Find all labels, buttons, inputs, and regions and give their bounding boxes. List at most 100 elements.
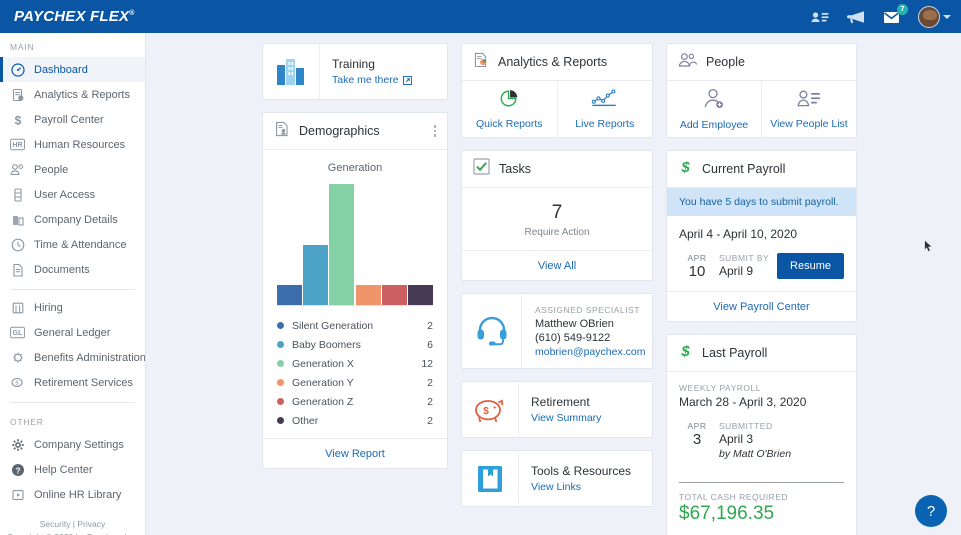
mail-icon[interactable]: 7 [882,9,902,25]
megaphone-icon[interactable] [846,9,866,25]
legend-color-dot [277,379,284,386]
sidebar-item-online-hr-library[interactable]: Online HR Library [0,482,145,507]
add-user-icon [702,88,726,115]
footer-links[interactable]: Security | Privacy [0,519,145,529]
live-reports-label: Live Reports [575,118,634,130]
sidebar-item-retirement-services[interactable]: $ Retirement Services [0,370,145,395]
sidebar-item-dashboard[interactable]: Dashboard [0,57,145,82]
sidebar-item-help-center[interactable]: ? Help Center [0,457,145,482]
sidebar-item-general-ledger[interactable]: GL General Ledger [0,320,145,345]
legend-row[interactable]: Silent Generation 2 [277,316,433,335]
chevron-down-icon[interactable] [943,15,951,19]
chart-bar[interactable] [329,184,354,305]
live-reports-action[interactable]: Live Reports [557,81,653,137]
sidebar-item-user-access[interactable]: User Access [0,182,145,207]
brand-logo[interactable]: PAYCHEX FLEX® [0,0,146,33]
demographics-kebab-menu-icon[interactable] [434,123,437,139]
sidebar-item-people[interactable]: People [0,157,145,182]
last-payroll-card: $ Last Payroll WEEKLY PAYROLL March 28 -… [666,334,857,535]
tools-resources-card[interactable]: Tools & Resources View Links [461,450,653,507]
legend-row[interactable]: Baby Boomers6 [277,335,433,354]
chart-bar[interactable] [277,285,302,305]
training-buildings-icon [263,44,320,99]
building-icon [10,212,25,227]
column-left: Training Take me there Demographics [262,43,448,535]
training-card-body: Training Take me there [320,57,412,86]
retirement-link[interactable]: View Summary [531,412,601,424]
quick-reports-action[interactable]: Quick Reports [462,81,557,137]
headset-icon [462,294,522,368]
current-payroll-card: $ Current Payroll You have 5 days to sub… [666,150,857,322]
assigned-specialist-card: ASSIGNED SPECIALIST Matthew OBrien (610)… [461,293,653,369]
chart-bar[interactable] [408,285,433,305]
analytics-title: Analytics & Reports [498,55,607,69]
training-link[interactable]: Take me there [332,74,412,86]
legend-color-dot [277,322,284,329]
legend-label: Generation Y [292,377,354,389]
people-actions: Add Employee View People List [667,81,856,137]
current-payroll-header: $ Current Payroll [667,151,856,188]
gl-icon: GL [10,325,25,340]
legend-value: 2 [427,320,433,332]
specialist-email-link[interactable]: mobrien@paychex.com [535,346,645,358]
hr-icon: HR [10,137,25,152]
sidebar-item-label: Dashboard [34,64,88,76]
sidebar-item-label: User Access [34,189,95,201]
training-title: Training [332,57,412,71]
chart-bar[interactable] [382,285,407,305]
legend-row[interactable]: Generation X12 [277,354,433,373]
sidebar-item-hiring[interactable]: Hiring [0,295,145,320]
legend-row[interactable]: Other2 [277,411,433,430]
sidebar-item-benefits-administration[interactable]: Benefits Administration [0,345,145,370]
sidebar-item-company-settings[interactable]: Company Settings [0,432,145,457]
column-right: People Add Employee [666,43,857,535]
tasks-title: Tasks [499,162,531,176]
tasks-view-all-link[interactable]: View All [462,250,652,280]
tools-title: Tools & Resources [531,464,631,478]
legend-value: 6 [427,339,433,351]
sidebar-item-analytics-reports[interactable]: Analytics & Reports [0,82,145,107]
legend-value: 2 [427,377,433,389]
help-floating-button[interactable]: ? [915,495,947,527]
contact-card-icon[interactable] [810,9,830,25]
tools-link[interactable]: View Links [531,481,631,493]
sidebar-item-company-details[interactable]: Company Details [0,207,145,232]
sidebar-item-documents[interactable]: Documents [0,257,145,282]
specialist-phone: (610) 549-9122 [535,332,645,344]
current-payroll-submit-info: SUBMIT BY April 9 [719,253,769,278]
view-payroll-center-link[interactable]: View Payroll Center [667,291,856,321]
last-payroll-divider [679,482,844,483]
training-card[interactable]: Training Take me there [262,43,448,100]
sidebar-item-label: Retirement Services [34,377,133,389]
last-payroll-range: March 28 - April 3, 2020 [679,395,844,409]
current-payroll-day: 10 [679,263,715,281]
add-employee-action[interactable]: Add Employee [667,81,761,137]
sidebar-item-time-attendance[interactable]: Time & Attendance [0,232,145,257]
chart-bar[interactable] [356,285,381,305]
resume-button[interactable]: Resume [777,253,844,279]
people-icon [10,162,25,177]
legend-label: Other [292,415,318,427]
current-payroll-submit-row: APR 10 SUBMIT BY April 9 Resume [679,253,844,281]
sidebar-section-other-label: OTHER [0,408,145,432]
sidebar-item-human-resources[interactable]: HR Human Resources [0,132,145,157]
user-menu[interactable] [918,6,951,28]
user-avatar[interactable] [918,6,940,28]
sidebar-item-label: Company Details [34,214,118,226]
legend-row[interactable]: Generation Z2 [277,392,433,411]
view-people-list-action[interactable]: View People List [761,81,856,137]
current-payroll-month: APR [679,253,715,263]
demographics-bar-chart [277,184,433,306]
legend-row[interactable]: Generation Y 2 [277,373,433,392]
brand-registered-mark: ® [129,10,134,17]
library-icon [10,487,25,502]
sidebar-item-payroll-center[interactable]: $ Payroll Center [0,107,145,132]
legend-label: Silent Generation [292,320,373,332]
line-chart-icon [591,88,619,114]
demographics-view-report-link[interactable]: View Report [263,438,447,468]
retirement-card[interactable]: $ Retirement View Summary [461,381,653,438]
chart-title: Generation [263,150,447,174]
last-payroll-kicker: WEEKLY PAYROLL [679,383,844,393]
total-cash-label: TOTAL CASH REQUIRED [667,483,856,502]
chart-bar[interactable] [303,245,328,306]
